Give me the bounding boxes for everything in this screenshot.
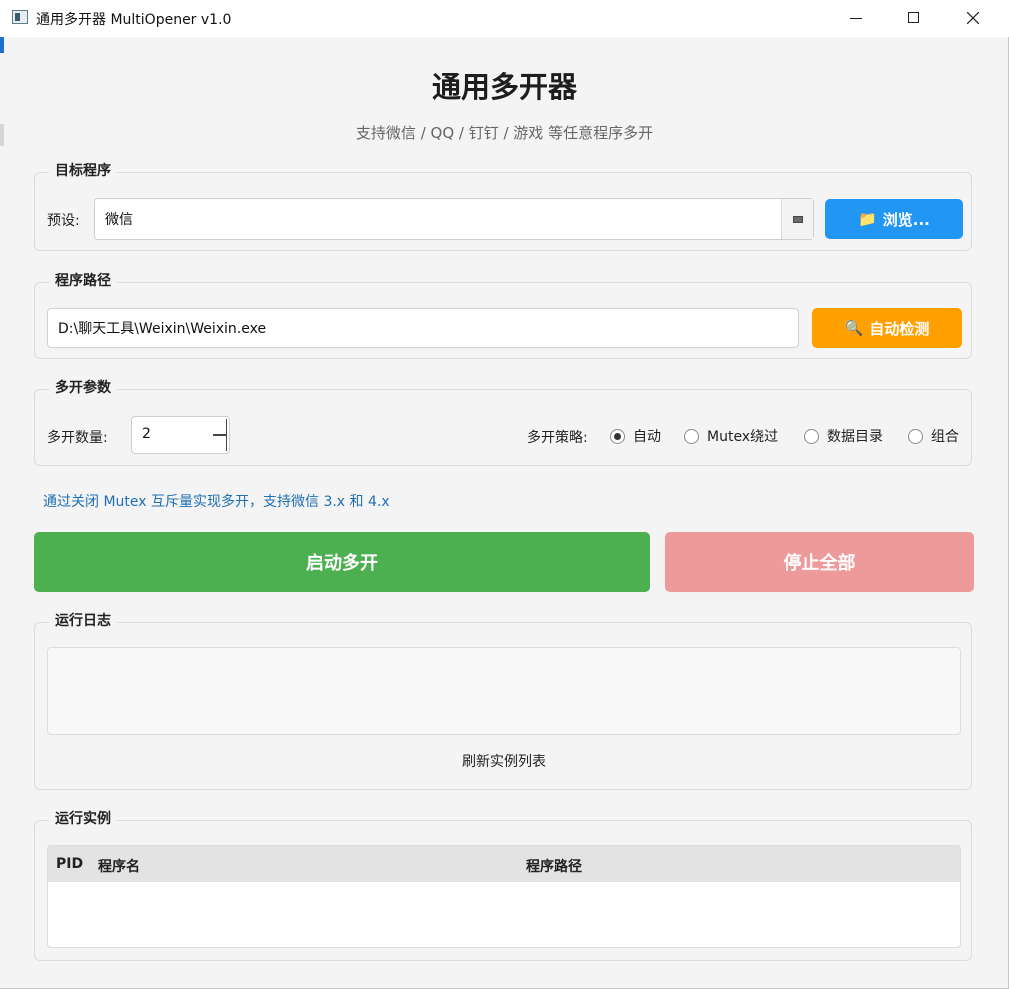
radio-label: 数据目录 — [827, 429, 883, 445]
radio-icon — [684, 428, 699, 444]
close-button[interactable] — [944, 0, 1002, 37]
strategy-hint: 通过关闭 Mutex 互斥量实现多开，支持微信 3.x 和 4.x — [43, 494, 390, 510]
page-title: 通用多开器 — [431, 70, 577, 104]
app-window: 通用多开器 MultiOpener v1.0 通用多开器 支持微信 / QQ /… — [0, 0, 1009, 989]
group-title: 多开参数 — [49, 377, 117, 397]
count-label: 多开数量: — [47, 430, 108, 446]
close-icon — [967, 12, 979, 24]
strategy-radio-data-dir[interactable]: 数据目录 — [804, 426, 883, 446]
group-title: 运行日志 — [49, 610, 117, 630]
count-spinbox[interactable]: 2 — [131, 416, 230, 454]
preset-combobox[interactable]: 微信 — [94, 198, 814, 240]
multi-open-params-group: 多开参数 多开数量: 2 多开策略: 自动 Mutex绕过 数据目录 组合 — [34, 377, 972, 466]
dropdown-arrow-icon[interactable] — [781, 199, 813, 239]
strategy-radio-auto[interactable]: 自动 — [610, 426, 661, 446]
stop-all-button[interactable]: 停止全部 — [665, 532, 974, 592]
target-program-group: 目标程序 预设: 微信 📁 浏览... — [34, 160, 972, 251]
minimize-button[interactable] — [827, 0, 885, 37]
radio-label: 自动 — [633, 429, 661, 445]
instances-table[interactable]: PID 程序名 程序路径 — [47, 845, 961, 948]
folder-icon: 📁 — [858, 210, 877, 228]
refresh-instances-button[interactable]: 刷新实例列表 — [35, 751, 973, 771]
column-header-path[interactable]: 程序路径 — [526, 856, 582, 876]
title-bar: 通用多开器 MultiOpener v1.0 — [0, 0, 1009, 37]
column-header-pid[interactable]: PID — [56, 856, 83, 872]
page-subtitle: 支持微信 / QQ / 钉钉 / 游戏 等任意程序多开 — [355, 124, 654, 142]
radio-label: Mutex绕过 — [707, 429, 779, 445]
window-title: 通用多开器 MultiOpener v1.0 — [36, 12, 232, 28]
background-window-edge — [0, 37, 4, 53]
path-input[interactable]: D:\聊天工具\Weixin\Weixin.exe — [47, 308, 799, 348]
run-log-group: 运行日志 刷新实例列表 — [34, 610, 973, 790]
group-title: 程序路径 — [49, 270, 117, 290]
radio-icon — [804, 428, 819, 444]
program-path-group: 程序路径 D:\聊天工具\Weixin\Weixin.exe 🔍 自动检测 — [34, 270, 972, 359]
preset-label: 预设: — [47, 213, 80, 229]
group-title: 运行实例 — [49, 808, 117, 828]
browse-label: 浏览... — [882, 210, 930, 229]
app-icon — [12, 10, 28, 24]
start-button[interactable]: 启动多开 — [34, 532, 650, 592]
strategy-label: 多开策略: — [527, 430, 588, 446]
auto-detect-button[interactable]: 🔍 自动检测 — [812, 308, 962, 348]
radio-icon — [908, 428, 923, 444]
spin-down-button[interactable] — [213, 435, 227, 451]
browse-button[interactable]: 📁 浏览... — [825, 199, 963, 239]
path-value: D:\聊天工具\Weixin\Weixin.exe — [58, 321, 267, 337]
auto-detect-label: 自动检测 — [869, 319, 930, 338]
radio-icon — [610, 428, 625, 444]
spin-up-button[interactable] — [213, 419, 227, 435]
log-textarea[interactable] — [47, 647, 961, 735]
preset-value: 微信 — [105, 212, 133, 228]
maximize-button[interactable] — [885, 0, 943, 37]
running-instances-group: 运行实例 PID 程序名 程序路径 — [34, 808, 972, 961]
magnifier-icon: 🔍 — [844, 319, 864, 337]
radio-label: 组合 — [931, 429, 959, 445]
strategy-radio-mutex[interactable]: Mutex绕过 — [684, 426, 778, 446]
strategy-radio-combined[interactable]: 组合 — [908, 426, 959, 446]
column-header-name[interactable]: 程序名 — [98, 856, 140, 876]
table-header: PID 程序名 程序路径 — [48, 846, 960, 882]
count-value: 2 — [142, 426, 151, 442]
group-title: 目标程序 — [49, 160, 117, 180]
